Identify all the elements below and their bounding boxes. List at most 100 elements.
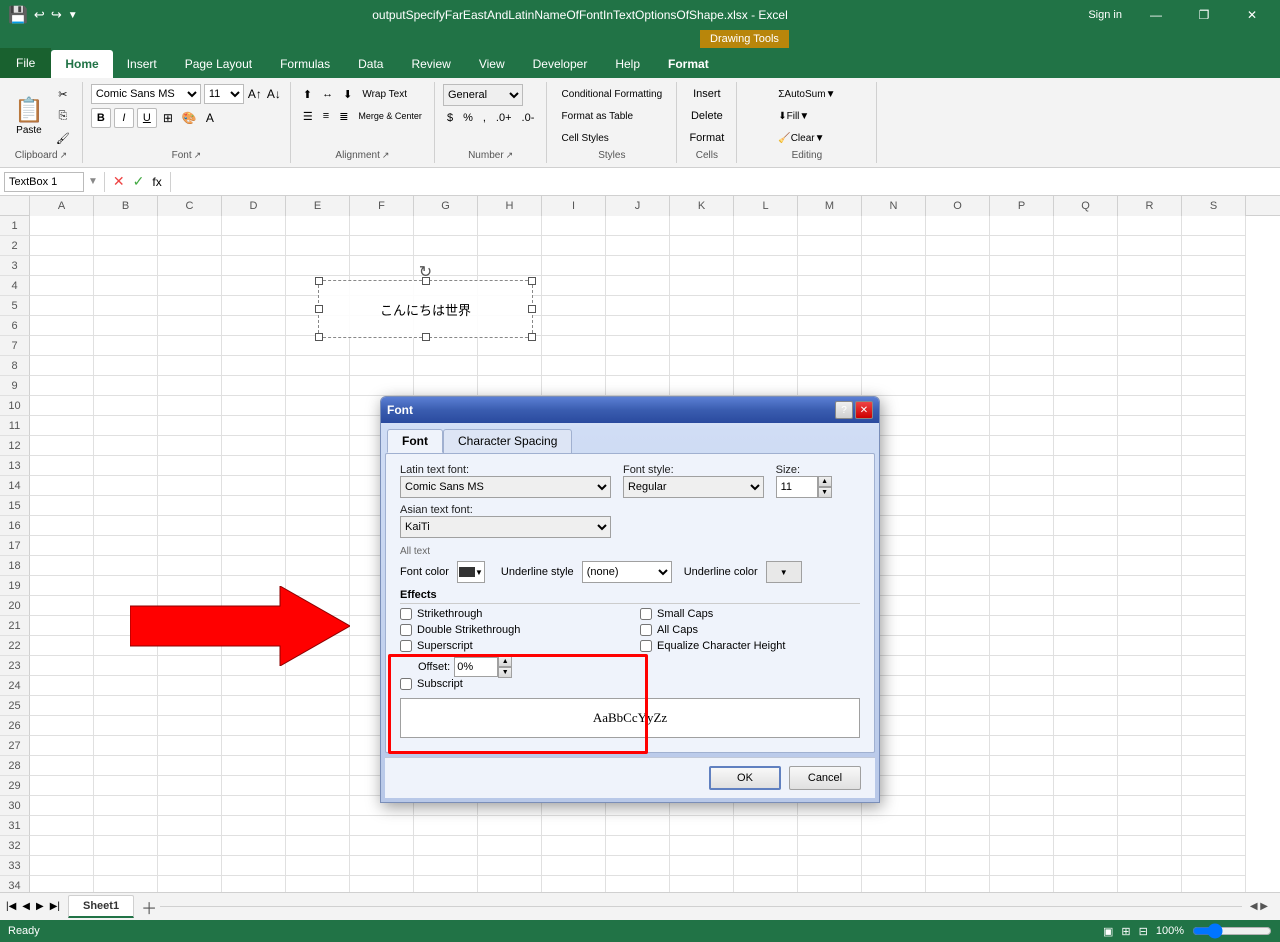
sheet-first-btn[interactable]: |◀ bbox=[4, 899, 18, 914]
tab-developer[interactable]: Developer bbox=[519, 50, 602, 78]
zoom-slider[interactable] bbox=[1192, 923, 1272, 939]
row-34[interactable]: 34 bbox=[0, 876, 30, 892]
align-top-btn[interactable]: ⬆ bbox=[299, 84, 316, 104]
redo-btn[interactable]: ↪ bbox=[51, 7, 62, 23]
row-18[interactable]: 18 bbox=[0, 556, 30, 576]
handle-mr[interactable] bbox=[528, 305, 536, 313]
insert-function-btn[interactable]: fx bbox=[150, 175, 163, 189]
alignment-expand[interactable]: ↗ bbox=[382, 150, 390, 161]
row-3[interactable]: 3 bbox=[0, 256, 30, 276]
ok-button[interactable]: OK bbox=[709, 766, 781, 790]
cancel-formula-btn[interactable]: ✕ bbox=[111, 173, 127, 190]
row-12[interactable]: 12 bbox=[0, 436, 30, 456]
textbox-shape[interactable]: こんにちは世界 bbox=[318, 280, 533, 338]
double-strikethrough-checkbox[interactable] bbox=[400, 624, 412, 636]
col-header-d[interactable]: D bbox=[222, 196, 286, 216]
row-14[interactable]: 14 bbox=[0, 476, 30, 496]
row-30[interactable]: 30 bbox=[0, 796, 30, 816]
col-header-a[interactable]: A bbox=[30, 196, 94, 216]
tab-format[interactable]: Format bbox=[654, 50, 723, 78]
align-right-btn[interactable]: ≣ bbox=[335, 106, 352, 126]
sheet-tab-sheet1[interactable]: Sheet1 bbox=[68, 895, 134, 918]
sheet-last-btn[interactable]: ▶| bbox=[48, 899, 62, 914]
autosum-btn[interactable]: Σ AutoSum ▼ bbox=[774, 84, 839, 104]
handle-tc[interactable] bbox=[422, 277, 430, 285]
row-19[interactable]: 19 bbox=[0, 576, 30, 596]
spinner-up[interactable]: ▲ bbox=[818, 476, 832, 487]
tab-insert[interactable]: Insert bbox=[113, 50, 171, 78]
add-sheet-btn[interactable]: ＋ bbox=[138, 896, 160, 918]
tab-data[interactable]: Data bbox=[344, 50, 397, 78]
sign-in-btn[interactable]: Sign in bbox=[1082, 7, 1128, 23]
dialog-tab-font[interactable]: Font bbox=[387, 429, 443, 453]
all-caps-checkbox[interactable] bbox=[640, 624, 652, 636]
underline-color-arrow[interactable]: ▼ bbox=[780, 568, 788, 577]
align-middle-btn[interactable]: ↔ bbox=[318, 84, 337, 104]
col-header-j[interactable]: J bbox=[606, 196, 670, 216]
row-16[interactable]: 16 bbox=[0, 516, 30, 536]
delete-btn[interactable]: Delete bbox=[687, 106, 727, 126]
row-17[interactable]: 17 bbox=[0, 536, 30, 556]
page-break-btn[interactable]: ⊟ bbox=[1139, 925, 1148, 938]
fill-btn[interactable]: ⬇ Fill ▼ bbox=[774, 106, 813, 126]
strikethrough-checkbox[interactable] bbox=[400, 608, 412, 620]
offset-down[interactable]: ▼ bbox=[498, 667, 512, 678]
normal-view-btn[interactable]: ▣ bbox=[1103, 925, 1113, 938]
row-6[interactable]: 6 bbox=[0, 316, 30, 336]
dialog-close-btn[interactable]: ✕ bbox=[855, 401, 873, 419]
clear-btn[interactable]: 🧹 Clear ▼ bbox=[774, 128, 828, 148]
font-name-select[interactable]: Comic Sans MS bbox=[91, 84, 201, 104]
row-2[interactable]: 2 bbox=[0, 236, 30, 256]
offset-up[interactable]: ▲ bbox=[498, 656, 512, 667]
col-header-s[interactable]: S bbox=[1182, 196, 1246, 216]
percent-btn[interactable]: % bbox=[459, 108, 477, 128]
font-color-btn[interactable]: A bbox=[203, 110, 217, 126]
row-9[interactable]: 9 bbox=[0, 376, 30, 396]
col-header-r[interactable]: R bbox=[1118, 196, 1182, 216]
fill-color-btn[interactable]: 🎨 bbox=[179, 110, 200, 126]
row-21[interactable]: 21 bbox=[0, 616, 30, 636]
tab-formulas[interactable]: Formulas bbox=[266, 50, 344, 78]
italic-btn[interactable]: I bbox=[114, 108, 134, 128]
row-26[interactable]: 26 bbox=[0, 716, 30, 736]
restore-btn[interactable]: ❐ bbox=[1184, 0, 1224, 30]
underline-color-btn[interactable]: ▼ bbox=[766, 561, 802, 583]
merge-center-btn[interactable]: Merge & Center bbox=[354, 106, 426, 126]
dialog-help-btn[interactable]: ? bbox=[835, 401, 853, 419]
underline-style-select[interactable]: (none) bbox=[582, 561, 672, 583]
format-btn[interactable]: Format bbox=[685, 128, 728, 148]
wrap-text-btn[interactable]: Wrap Text bbox=[358, 84, 411, 104]
col-header-o[interactable]: O bbox=[926, 196, 990, 216]
currency-btn[interactable]: $ bbox=[443, 108, 457, 128]
handle-ml[interactable] bbox=[315, 305, 323, 313]
undo-btn[interactable]: ↩ bbox=[34, 7, 45, 23]
row-28[interactable]: 28 bbox=[0, 756, 30, 776]
tab-help[interactable]: Help bbox=[601, 50, 654, 78]
row-25[interactable]: 25 bbox=[0, 696, 30, 716]
col-header-l[interactable]: L bbox=[734, 196, 798, 216]
offset-input[interactable] bbox=[454, 657, 498, 677]
cell-styles-btn[interactable]: Cell Styles bbox=[558, 128, 613, 148]
cancel-button[interactable]: Cancel bbox=[789, 766, 861, 790]
font-style-select[interactable]: Regular bbox=[623, 476, 764, 498]
row-1[interactable]: 1 bbox=[0, 216, 30, 236]
handle-br[interactable] bbox=[528, 333, 536, 341]
col-header-h[interactable]: H bbox=[478, 196, 542, 216]
tab-view[interactable]: View bbox=[465, 50, 519, 78]
row-29[interactable]: 29 bbox=[0, 776, 30, 796]
col-header-k[interactable]: K bbox=[670, 196, 734, 216]
copy-btn[interactable]: ⎘ bbox=[52, 106, 74, 126]
underline-btn[interactable]: U bbox=[137, 108, 157, 128]
comma-btn[interactable]: , bbox=[479, 108, 490, 128]
handle-tl[interactable] bbox=[315, 277, 323, 285]
row-33[interactable]: 33 bbox=[0, 856, 30, 876]
row-8[interactable]: 8 bbox=[0, 356, 30, 376]
col-header-e[interactable]: E bbox=[286, 196, 350, 216]
col-header-f[interactable]: F bbox=[350, 196, 414, 216]
number-format-select[interactable]: General bbox=[443, 84, 523, 106]
align-bottom-btn[interactable]: ⬇ bbox=[339, 84, 356, 104]
subscript-checkbox[interactable] bbox=[400, 678, 412, 690]
col-header-c[interactable]: C bbox=[158, 196, 222, 216]
quick-access-more[interactable]: ▼ bbox=[68, 10, 78, 21]
font-grow-btn[interactable]: A↑ bbox=[247, 86, 263, 102]
